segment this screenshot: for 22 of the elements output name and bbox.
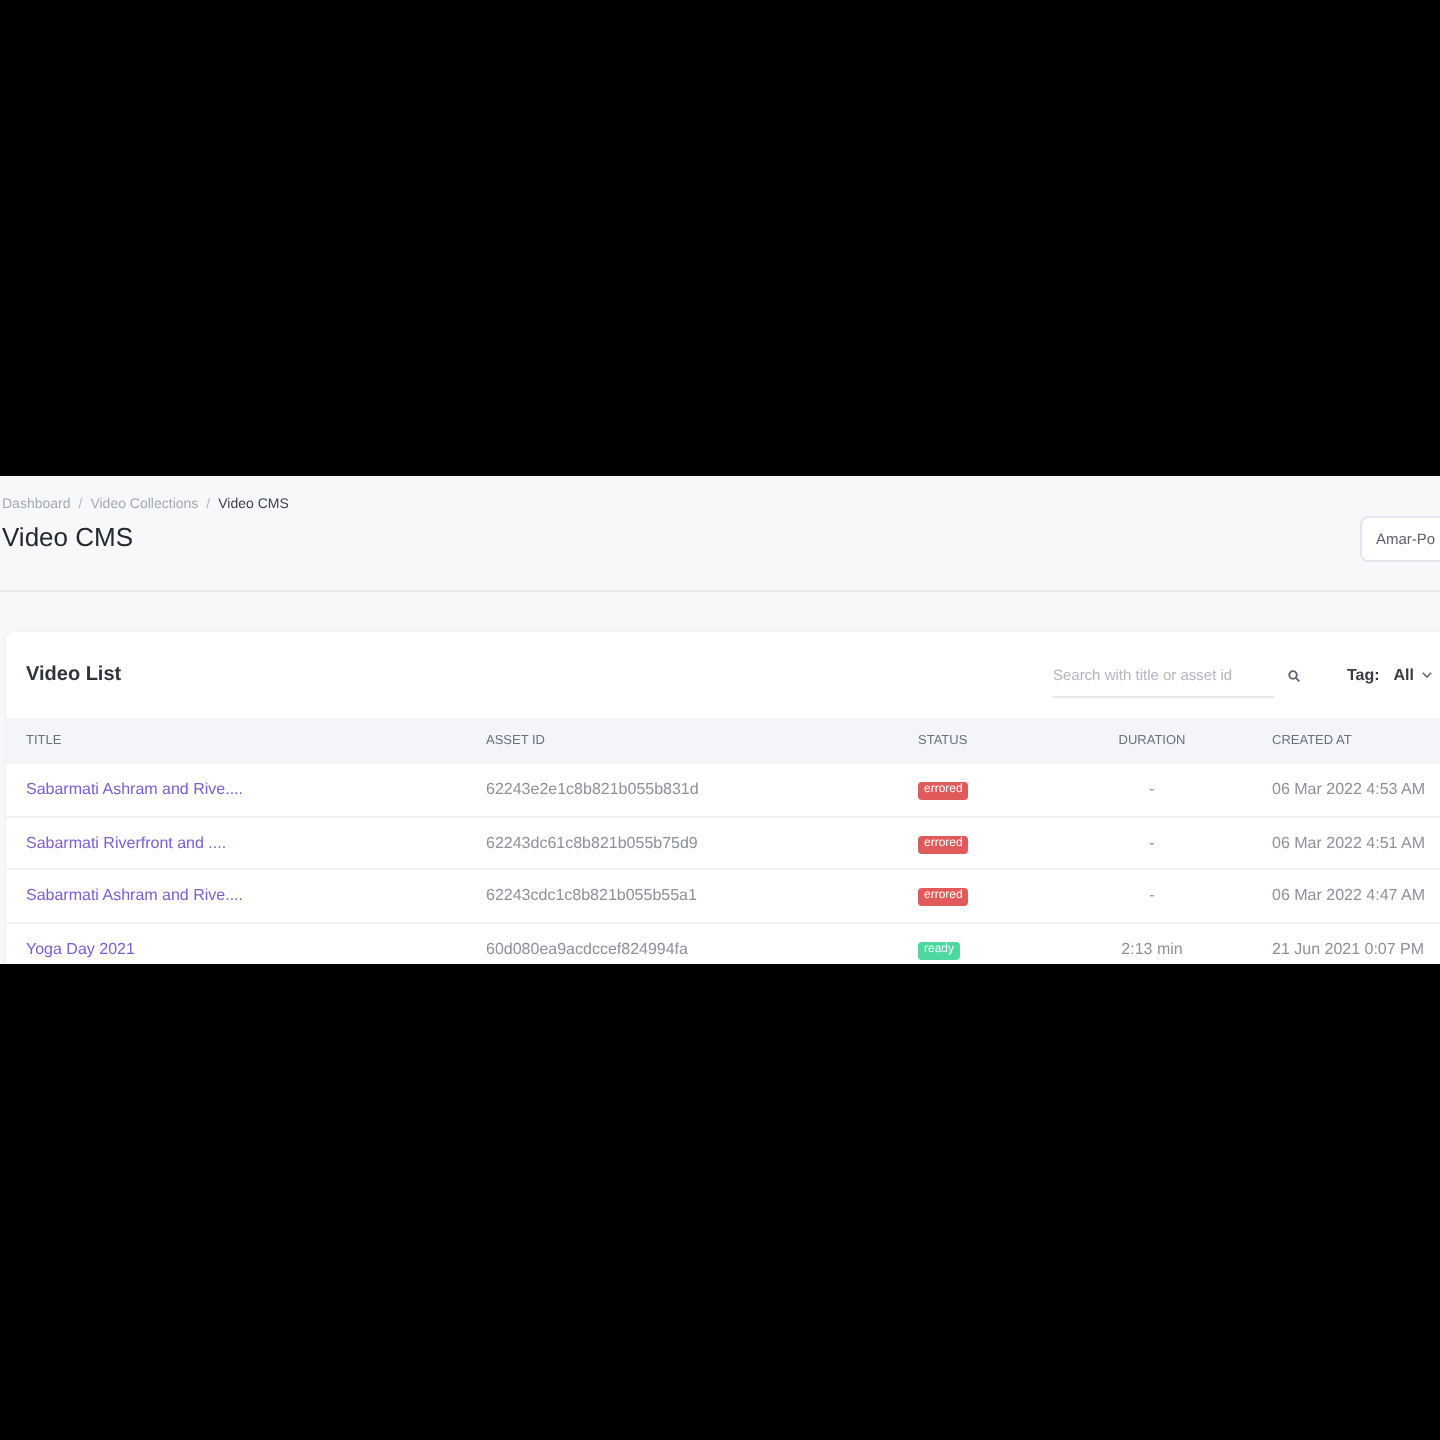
page-title: Video CMS — [2, 522, 134, 554]
table-cell: 60d080ea9acdccef824994fa — [486, 939, 688, 958]
table-cell: 06 Mar 2022 4:53 AM — [1272, 780, 1425, 799]
table-cell: 62243e2e1c8b821b055b831d — [486, 780, 699, 799]
chevron-down-icon — [1422, 672, 1432, 678]
table-cell: 62243cdc1c8b821b055b55a1 — [486, 886, 697, 905]
video-title-link[interactable]: Sabarmati Riverfront and .... — [26, 833, 227, 852]
table-cell: - — [1149, 780, 1155, 799]
table-cell: 2:13 min — [1121, 939, 1183, 958]
video-title-link[interactable]: Sabarmati Ashram and Rive.... — [26, 886, 243, 905]
table-cell: - — [1149, 886, 1155, 905]
tag-label: Tag: — [1346, 666, 1380, 684]
table-cell: 06 Mar 2022 4:51 AM — [1272, 833, 1425, 852]
table-cell: 21 Jun 2021 0:07 PM — [1272, 939, 1425, 958]
video-title-link[interactable]: Yoga Day 2021 — [26, 939, 135, 958]
table-cell: 06 Mar 2022 4:47 AM — [1272, 886, 1425, 905]
table-cell: - — [1149, 833, 1155, 852]
tag-select[interactable]: All — [1393, 666, 1432, 684]
card-title: Video List — [26, 664, 122, 686]
search-icon[interactable] — [1288, 669, 1301, 681]
video-title-link[interactable]: Sabarmati Ashram and Rive.... — [26, 780, 243, 799]
table-cell: 62243dc61c8b821b055b75d9 — [486, 833, 698, 852]
